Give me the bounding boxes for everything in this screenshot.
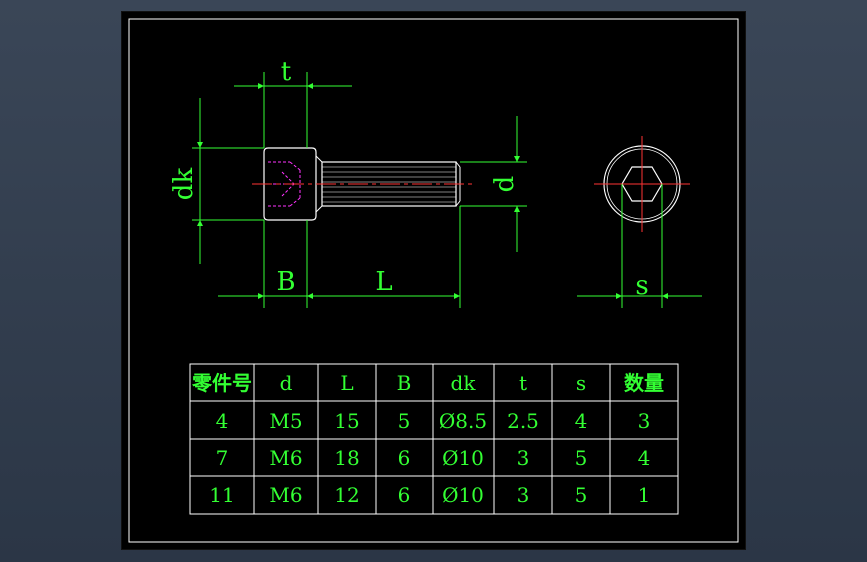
table-cell: 6 [398,446,411,470]
drawing-sheet: t dk d B L s 零件号 d L B dk t s 数量 4 M5 15… [122,12,745,549]
table-cell: 3 [517,483,530,507]
header-cell: dk [451,371,477,395]
dim-label-d: d [490,176,520,193]
table-cell: 4 [216,409,229,433]
header-cell: 零件号 [191,371,252,395]
table-cell: M6 [269,483,302,507]
table-cell: 12 [334,483,359,507]
table-cell: 1 [638,483,651,507]
table-cell: 7 [216,446,229,470]
header-cell: 数量 [624,371,664,395]
dim-label-s: s [635,271,648,301]
screw-side-view [252,147,472,221]
table-cell: 11 [209,483,234,507]
table-cell: M6 [269,446,302,470]
table-cell: 4 [575,409,588,433]
table-cell: 3 [638,409,651,433]
table-cell: Ø10 [442,483,484,507]
table-cell: 2.5 [507,409,539,433]
dim-label-dk: dk [169,168,199,201]
table-cell: M5 [269,409,302,433]
table-cell: 5 [575,483,588,507]
dim-label-b: B [276,267,295,297]
table-cell: 6 [398,483,411,507]
dim-label-t: t [281,57,292,87]
parameter-table: 零件号 d L B dk t s 数量 4 M5 15 5 Ø8.5 2.5 4… [189,363,679,515]
table-cell: 4 [638,446,651,470]
table-cell: 18 [334,446,359,470]
table-cell: Ø10 [442,446,484,470]
table-cell: 3 [517,446,530,470]
chamfer-top [455,161,461,168]
screw-neck-top [315,155,323,163]
dim-label-l: L [375,267,392,297]
header-cell: L [340,371,353,395]
table-grid [189,363,679,515]
table-cell: 5 [575,446,588,470]
table-cell: 15 [334,409,359,433]
header-cell: d [280,371,293,395]
table-row: 11 M6 12 6 Ø10 3 5 1 [209,483,650,507]
header-cell: s [576,371,586,395]
chamfer-bottom [455,200,461,207]
screw-neck-bottom [315,205,323,213]
table-cell: Ø8.5 [439,409,487,433]
table-header-row: 零件号 d L B dk t s 数量 [191,371,664,395]
header-cell: t [519,371,527,395]
header-cell: B [397,371,412,395]
screw-end-view [594,136,690,232]
table-cell: 5 [398,409,411,433]
cad-drawing: t dk d B L s 零件号 d L B dk t s 数量 4 M5 15… [128,18,739,543]
